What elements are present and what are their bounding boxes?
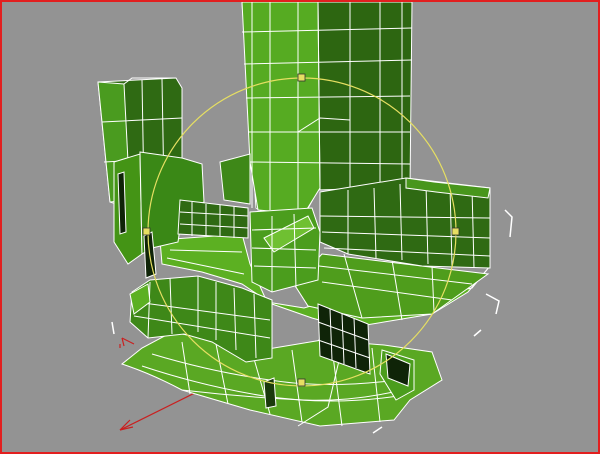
gizmo-handle-top[interactable]	[297, 73, 306, 82]
gizmo-handle-bottom[interactable]	[297, 378, 306, 387]
perspective-viewport[interactable]	[0, 0, 600, 454]
scene-canvas[interactable]	[2, 2, 598, 452]
gizmo-handle-left[interactable]	[142, 227, 151, 236]
mesh-wall-right	[319, 177, 491, 269]
gizmo-handle-right[interactable]	[451, 227, 460, 236]
